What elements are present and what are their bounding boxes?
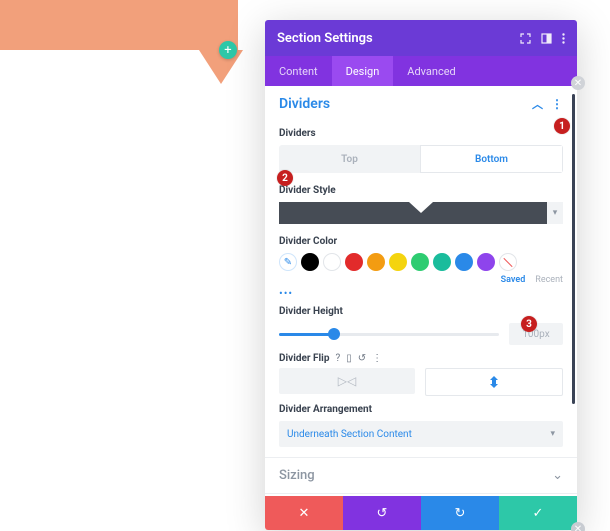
swatch-red[interactable] bbox=[345, 253, 363, 271]
swatch-yellow[interactable] bbox=[389, 253, 407, 271]
flip-vertical-option[interactable] bbox=[425, 368, 563, 396]
panel-header: Section Settings bbox=[265, 20, 577, 56]
section-spacing-header[interactable]: Spacing ⌄ bbox=[265, 493, 577, 496]
divider-arrangement-select[interactable]: Underneath Section Content ▾ bbox=[279, 421, 563, 447]
swatch-teal[interactable] bbox=[433, 253, 451, 271]
tabs: Content Design Advanced bbox=[265, 56, 577, 86]
chevron-updown-icon: ▾ bbox=[550, 429, 555, 439]
color-saved-tab[interactable]: Saved bbox=[501, 275, 526, 285]
help-icon[interactable]: ? bbox=[335, 353, 340, 364]
swatch-green[interactable] bbox=[411, 253, 429, 271]
scrollbar[interactable] bbox=[572, 94, 575, 404]
slider-fill bbox=[279, 333, 334, 336]
tab-design[interactable]: Design bbox=[332, 56, 394, 86]
redo-button[interactable]: ↻ bbox=[421, 496, 499, 530]
tab-advanced[interactable]: Advanced bbox=[393, 56, 469, 86]
expand-icon[interactable] bbox=[520, 33, 531, 44]
reset-icon[interactable]: ↺ bbox=[358, 353, 366, 364]
section-dividers-title: Dividers bbox=[279, 96, 330, 112]
swatch-white[interactable] bbox=[323, 253, 341, 271]
callout-3: 3 bbox=[521, 316, 537, 332]
save-button[interactable]: ✓ bbox=[499, 496, 577, 530]
panel-title: Section Settings bbox=[277, 31, 373, 46]
flip-more-icon[interactable]: ⋮ bbox=[372, 353, 382, 364]
slider-thumb[interactable] bbox=[328, 328, 340, 340]
panel-body: Dividers ︿⋮ Dividers Top Bottom Divider … bbox=[265, 86, 577, 496]
dividers-top-option[interactable]: Top bbox=[279, 145, 420, 173]
color-swatches: ✎ bbox=[279, 253, 563, 271]
section-dividers-header[interactable]: Dividers ︿⋮ bbox=[265, 86, 577, 122]
responsive-icon[interactable]: ▯ bbox=[346, 353, 352, 364]
stage: + Section Settings Content Design Advanc… bbox=[0, 0, 610, 531]
color-saved-recent: Saved Recent bbox=[279, 275, 563, 285]
header-actions bbox=[520, 33, 565, 44]
swatch-none[interactable] bbox=[499, 253, 517, 271]
snap-icon[interactable] bbox=[541, 33, 552, 44]
divider-height-label: Divider Height bbox=[279, 306, 563, 317]
cancel-button[interactable]: ✕ bbox=[265, 496, 343, 530]
dividers-label: Dividers bbox=[279, 128, 563, 139]
more-icon[interactable] bbox=[562, 33, 565, 44]
callout-2: 2 bbox=[277, 170, 293, 186]
divider-flip-label: Divider Flip bbox=[279, 353, 329, 364]
callout-1: 1 bbox=[554, 118, 570, 134]
swatch-blue[interactable] bbox=[455, 253, 473, 271]
settings-panel: Section Settings Content Design Advanced… bbox=[265, 20, 577, 530]
swatch-black[interactable] bbox=[301, 253, 319, 271]
divider-color-label: Divider Color bbox=[279, 236, 563, 247]
dividers-bottom-option[interactable]: Bottom bbox=[420, 145, 563, 173]
divider-style-notch bbox=[409, 202, 433, 213]
flip-horizontal-option[interactable]: ▷◁ bbox=[279, 368, 415, 394]
tab-content[interactable]: Content bbox=[265, 56, 332, 86]
color-picker-icon[interactable]: ✎ bbox=[279, 253, 297, 271]
section-dividers-toggle: ︿⋮ bbox=[532, 96, 563, 112]
color-recent-tab[interactable]: Recent bbox=[535, 275, 563, 285]
section-sizing-header[interactable]: Sizing ⌄ bbox=[265, 457, 577, 493]
divider-style-dropdown-icon: ▾ bbox=[547, 202, 563, 224]
chevron-down-icon: ⌄ bbox=[552, 468, 563, 483]
divider-arrangement-label: Divider Arrangement bbox=[279, 404, 563, 415]
divider-flip-label-row: Divider Flip ? ▯ ↺ ⋮ bbox=[279, 353, 563, 364]
footer-close-icon[interactable]: ✕ bbox=[571, 522, 585, 531]
color-more-icon[interactable]: ••• bbox=[279, 287, 563, 300]
background-section bbox=[0, 0, 238, 50]
divider-style-select[interactable]: ▾ bbox=[279, 202, 563, 224]
add-section-button[interactable]: + bbox=[219, 41, 237, 59]
swatch-orange[interactable] bbox=[367, 253, 385, 271]
divider-arrangement-value: Underneath Section Content bbox=[287, 429, 412, 440]
divider-style-label: Divider Style bbox=[279, 185, 563, 196]
divider-height-slider[interactable] bbox=[279, 333, 499, 336]
dividers-position-segment: Top Bottom bbox=[279, 145, 563, 173]
panel-footer: ✕ ↺ ↻ ✓ bbox=[265, 496, 577, 530]
section-sizing-title: Sizing bbox=[279, 468, 315, 483]
undo-button[interactable]: ↺ bbox=[343, 496, 421, 530]
swatch-purple[interactable] bbox=[477, 253, 495, 271]
divider-flip-segment: ▷◁ bbox=[279, 368, 563, 396]
